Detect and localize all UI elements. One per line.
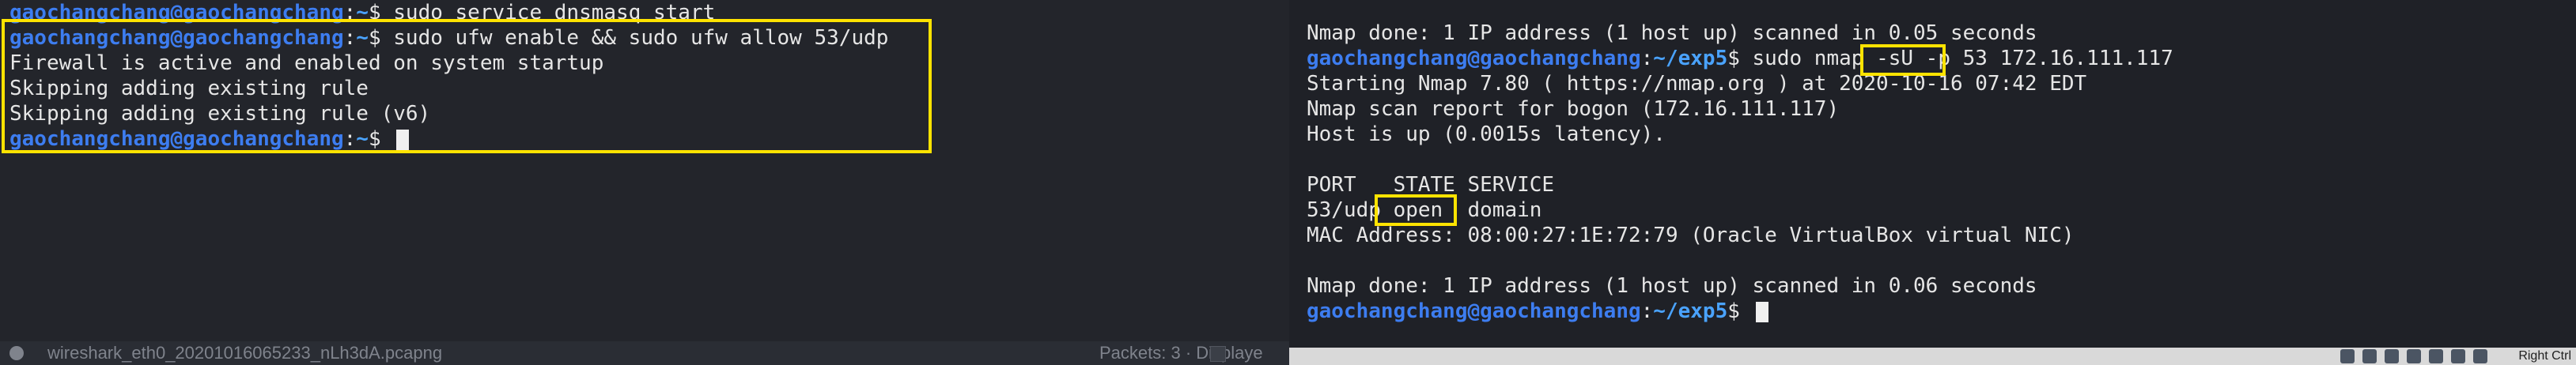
terminal-prompt-line: gaochangchang@gaochangchang:~/exp5$	[1307, 299, 2173, 324]
mouse-icon[interactable]	[2473, 349, 2487, 363]
terminal-cursor	[1755, 301, 1768, 322]
wireshark-status-bar: wireshark_eth0_20201016065233_nLh3dA.pca…	[0, 341, 1289, 365]
terminal-output-line: Nmap scan report for bogon (172.16.111.1…	[1307, 96, 2173, 122]
cpu-icon[interactable]	[2451, 349, 2465, 363]
prompt-cwd: ~/exp5	[1653, 299, 1728, 323]
usb-icon[interactable]	[2362, 349, 2377, 363]
terminal-output-line	[1307, 248, 2173, 273]
status-toggle-icon[interactable]	[1210, 346, 1226, 362]
output-text: PORT STATE SERVICE	[1307, 173, 1555, 197]
terminal-output-line: MAC Address: 08:00:27:1E:72:79 (Oracle V…	[1307, 223, 2173, 248]
prompt-user: gaochangchang@gaochangchang	[1307, 47, 1641, 70]
terminal-output-line: Host is up (0.0015s latency).	[1307, 122, 2173, 147]
packets-count: Packets: 3 · Displaye	[1099, 343, 1263, 363]
terminal-output-line	[1307, 147, 2173, 172]
record-icon	[9, 346, 24, 360]
network-icon[interactable]	[2340, 349, 2355, 363]
output-text: Nmap done: 1 IP address (1 host up) scan…	[1307, 274, 2037, 298]
output-text: Nmap scan report for bogon (172.16.111.1…	[1307, 97, 1840, 121]
terminal-output-line: Starting Nmap 7.80 ( https://nmap.org ) …	[1307, 71, 2173, 96]
prompt-command: sudo nmap -sU -p 53 172.16.111.117	[1752, 47, 2173, 70]
highlight-box-left-commands	[2, 19, 932, 153]
display-icon[interactable]	[2407, 349, 2421, 363]
vm-status-tray: Right Ctrl	[1289, 348, 2576, 365]
host-key-label: Right Ctrl	[2518, 349, 2571, 363]
terminal-output-line: Nmap done: 1 IP address (1 host up) scan…	[1307, 273, 2173, 299]
output-text: Host is up (0.0015s latency).	[1307, 122, 1666, 146]
output-text: MAC Address: 08:00:27:1E:72:79 (Oracle V…	[1307, 224, 2075, 247]
terminal-output-line: Nmap done: 1 IP address (1 host up) scan…	[1307, 21, 2173, 46]
highlight-box-sU-flag	[1860, 44, 1946, 76]
highlight-box-open-state	[1375, 194, 1457, 226]
record-icon[interactable]	[2429, 349, 2443, 363]
terminal-prompt-line: gaochangchang@gaochangchang:~/exp5$ sudo…	[1307, 47, 2173, 70]
prompt-user: gaochangchang@gaochangchang	[1307, 299, 1641, 323]
right-terminal-lines: Nmap done: 1 IP address (1 host up) scan…	[1307, 21, 2173, 324]
shared-folder-icon[interactable]	[2385, 349, 2399, 363]
capture-filename: wireshark_eth0_20201016065233_nLh3dA.pca…	[47, 343, 443, 363]
output-text: Starting Nmap 7.80 ( https://nmap.org ) …	[1307, 72, 2087, 96]
prompt-cwd: ~/exp5	[1653, 47, 1728, 70]
output-text: Nmap done: 1 IP address (1 host up) scan…	[1307, 21, 2037, 45]
